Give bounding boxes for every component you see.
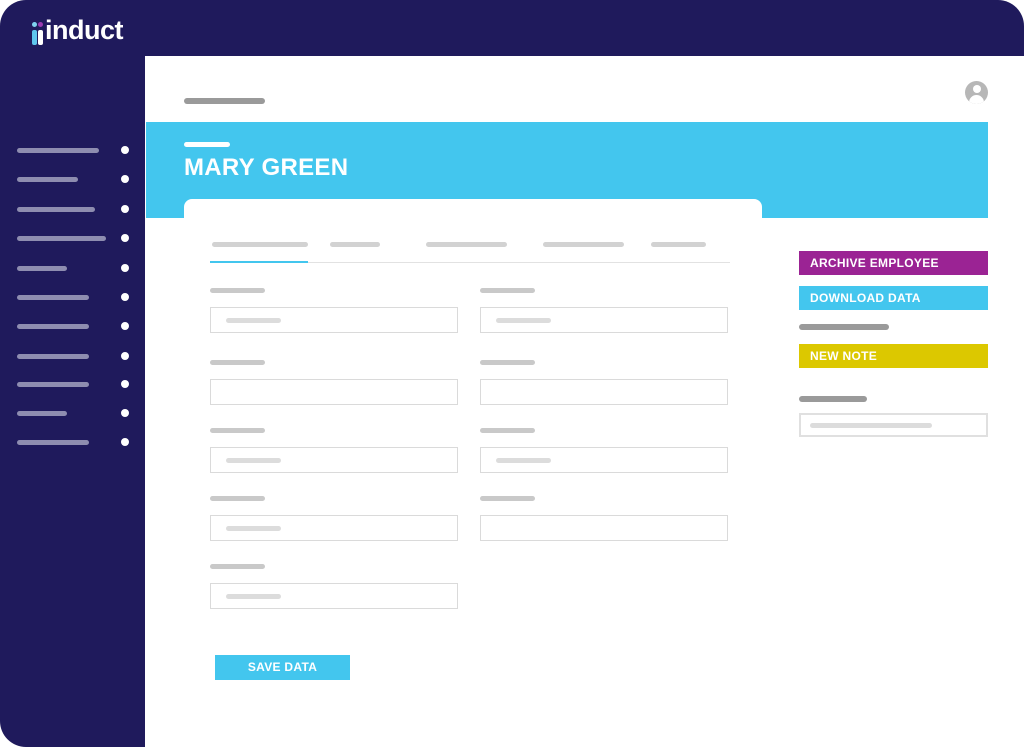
tab-3-label-placeholder[interactable]: [426, 242, 507, 247]
sidebar-item-dot: [121, 293, 129, 301]
sidebar-item-label-placeholder: [17, 323, 89, 329]
field-label-placeholder: [210, 428, 265, 433]
search-label-placeholder: [799, 396, 867, 402]
banner-accent-line: [184, 142, 230, 147]
field-value-placeholder: [496, 318, 551, 323]
sidebar-item-dot: [121, 175, 129, 183]
field-value-placeholder: [496, 458, 551, 463]
notes-heading-placeholder: [799, 324, 889, 330]
logo-text: induct: [45, 15, 124, 45]
form-field-input[interactable]: [210, 447, 458, 473]
sidebar-item[interactable]: [17, 145, 129, 155]
sidebar-item-label-placeholder: [17, 410, 67, 416]
employee-name: MARY GREEN: [184, 154, 349, 181]
field-value-placeholder: [226, 526, 281, 531]
form-field-input[interactable]: [210, 307, 458, 333]
tab-1-label-placeholder[interactable]: [212, 242, 308, 247]
field-value-placeholder: [226, 318, 281, 323]
sidebar: [0, 56, 145, 747]
top-bar: induct: [0, 0, 1024, 56]
app-logo[interactable]: induct: [32, 12, 124, 46]
sidebar-item-dot: [121, 352, 129, 360]
search-value-placeholder: [810, 423, 932, 428]
sidebar-item-dot: [121, 438, 129, 446]
field-label-placeholder: [480, 496, 535, 501]
save-data-button[interactable]: SAVE DATA: [215, 655, 350, 680]
archive-employee-button[interactable]: ARCHIVE EMPLOYEE: [799, 251, 988, 275]
sidebar-item-label-placeholder: [17, 147, 99, 153]
sidebar-item-label-placeholder: [17, 439, 89, 445]
sidebar-item[interactable]: [17, 379, 129, 389]
sidebar-item-label-placeholder: [17, 265, 67, 271]
sidebar-item-label-placeholder: [17, 294, 89, 300]
app-frame: induct MARY GREEN SAVE DATA ARCHIVE EMPL…: [0, 0, 1024, 747]
sidebar-item[interactable]: [17, 233, 129, 243]
sidebar-item[interactable]: [17, 437, 129, 447]
field-label-placeholder: [210, 288, 265, 293]
user-avatar-icon[interactable]: [965, 81, 988, 104]
form-field-input[interactable]: [210, 515, 458, 541]
form-field-input[interactable]: [210, 379, 458, 405]
field-label-placeholder: [210, 496, 265, 501]
sidebar-item-dot: [121, 234, 129, 242]
field-label-placeholder: [210, 360, 265, 365]
field-label-placeholder: [480, 428, 535, 433]
logo-mark-icon: [32, 18, 44, 46]
field-value-placeholder: [226, 594, 281, 599]
download-data-button[interactable]: DOWNLOAD DATA: [799, 286, 988, 310]
sidebar-item-label-placeholder: [17, 176, 78, 182]
sidebar-item-label-placeholder: [17, 353, 89, 359]
sidebar-item-dot: [121, 409, 129, 417]
field-label-placeholder: [480, 288, 535, 293]
new-note-button[interactable]: NEW NOTE: [799, 344, 988, 368]
sidebar-item-label-placeholder: [17, 381, 89, 387]
sidebar-item[interactable]: [17, 321, 129, 331]
sidebar-item[interactable]: [17, 292, 129, 302]
sidebar-item-dot: [121, 205, 129, 213]
breadcrumb-placeholder[interactable]: [184, 98, 265, 104]
sidebar-item[interactable]: [17, 174, 129, 184]
form-field-input[interactable]: [480, 379, 728, 405]
sidebar-item[interactable]: [17, 263, 129, 273]
tab-5-label-placeholder[interactable]: [651, 242, 706, 247]
sidebar-item-dot: [121, 322, 129, 330]
sidebar-item-dot: [121, 264, 129, 272]
tab-4-label-placeholder[interactable]: [543, 242, 624, 247]
form-field-input[interactable]: [480, 447, 728, 473]
sidebar-item-label-placeholder: [17, 206, 95, 212]
field-value-placeholder: [226, 458, 281, 463]
sidebar-item[interactable]: [17, 408, 129, 418]
sidebar-item[interactable]: [17, 204, 129, 214]
form-field-input[interactable]: [210, 583, 458, 609]
field-label-placeholder: [480, 360, 535, 365]
sidebar-search-input[interactable]: [799, 413, 988, 437]
form-field-input[interactable]: [480, 515, 728, 541]
sidebar-item-dot: [121, 146, 129, 154]
active-tab-indicator: [210, 261, 308, 263]
profile-card-top: [184, 199, 762, 239]
field-label-placeholder: [210, 564, 265, 569]
sidebar-item-dot: [121, 380, 129, 388]
form-field-input[interactable]: [480, 307, 728, 333]
sidebar-item-label-placeholder: [17, 235, 106, 241]
tab-2-label-placeholder[interactable]: [330, 242, 380, 247]
sidebar-item[interactable]: [17, 351, 129, 361]
